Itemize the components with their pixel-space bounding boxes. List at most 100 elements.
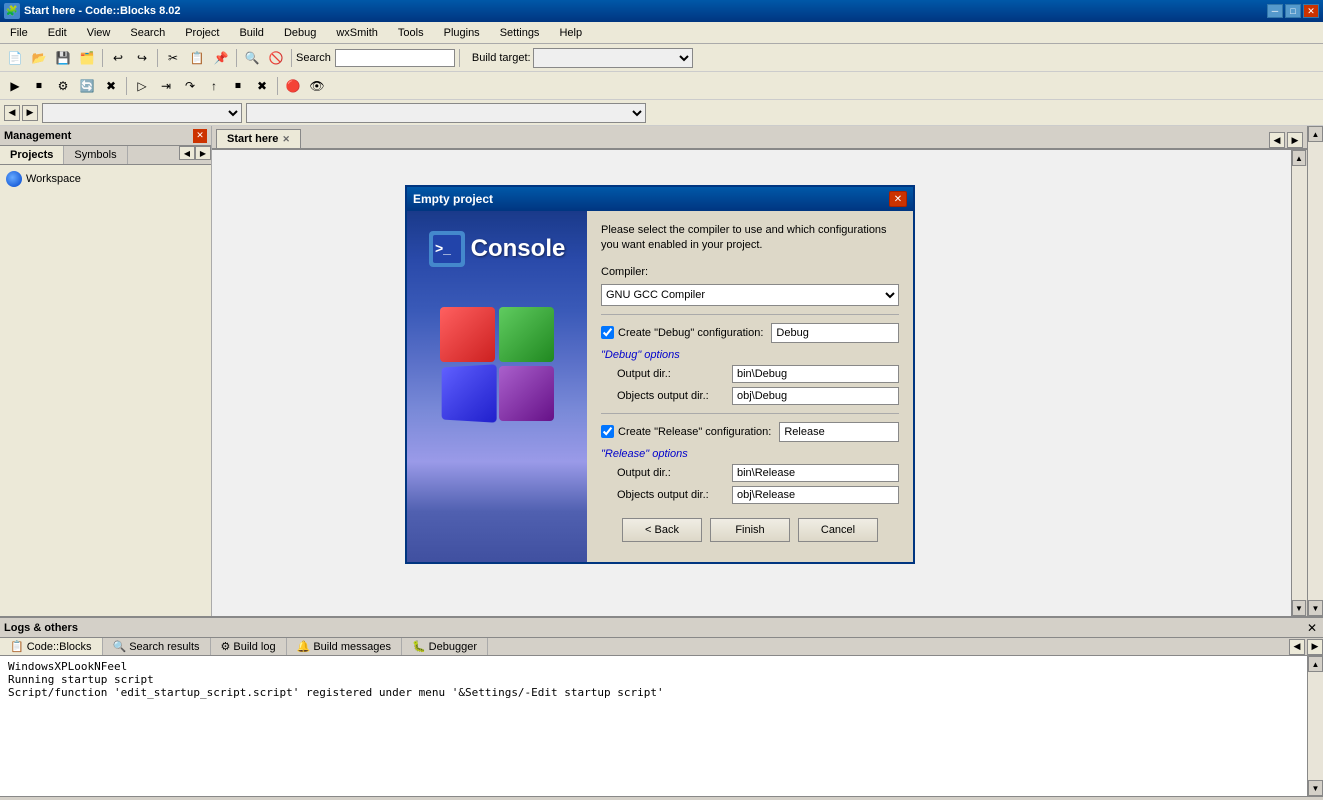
menu-plugins[interactable]: Plugins <box>438 25 486 41</box>
paste-button[interactable]: 📌 <box>210 47 232 69</box>
scroll-up-arrow[interactable]: ▲ <box>1292 150 1306 166</box>
sidebar-tab-symbols[interactable]: Symbols <box>64 146 127 164</box>
bottom-scroll-down[interactable]: ▼ <box>1308 780 1323 796</box>
debug-step-over-btn[interactable]: ↷ <box>179 75 201 97</box>
run-btn[interactable]: ▶ <box>4 75 26 97</box>
app-icon: 🧩 <box>4 3 20 19</box>
copy-button[interactable]: 📋 <box>186 47 208 69</box>
release-checkbox[interactable] <box>601 425 614 438</box>
menu-view[interactable]: View <box>81 25 117 41</box>
workspace-item[interactable]: Workspace <box>4 169 207 189</box>
nav-forward[interactable]: ▶ <box>22 105 38 121</box>
dialog-title: Empty project <box>413 192 493 206</box>
breakpoint-btn[interactable]: 🔴 <box>282 75 304 97</box>
nav-dropdown-1[interactable] <box>42 103 242 123</box>
debug-objects-dir-input[interactable] <box>732 387 899 405</box>
scroll-down-arrow[interactable]: ▼ <box>1292 600 1306 616</box>
menu-file[interactable]: File <box>4 25 34 41</box>
debug-abort-btn[interactable]: ✖ <box>251 75 273 97</box>
svg-text:>_: >_ <box>435 240 451 256</box>
redo-button[interactable]: ↪ <box>131 47 153 69</box>
maximize-button[interactable]: □ <box>1285 4 1301 18</box>
debug-stop-btn[interactable]: ⏹ <box>227 75 249 97</box>
menu-edit[interactable]: Edit <box>42 25 73 41</box>
cut-button[interactable]: ✂ <box>162 47 184 69</box>
undo-button[interactable]: ↩ <box>107 47 129 69</box>
menu-wxsmith[interactable]: wxSmith <box>330 25 384 41</box>
bottom-tab-build-log[interactable]: ⚙ Build log <box>211 638 287 655</box>
nav-dropdown-2[interactable] <box>246 103 646 123</box>
title-bar-left: 🧩 Start here - Code::Blocks 8.02 <box>4 3 181 19</box>
sidebar-nav-left[interactable]: ◀ <box>179 146 195 160</box>
back-button[interactable]: < Back <box>622 518 702 542</box>
tab-arrow-left[interactable]: ◀ <box>1269 132 1285 148</box>
finish-button[interactable]: Finish <box>710 518 790 542</box>
menu-project[interactable]: Project <box>179 25 225 41</box>
bottom-tab-arrow-left[interactable]: ◀ <box>1289 639 1305 655</box>
bottom-panel-close-button[interactable]: ✕ <box>1305 621 1319 635</box>
menu-tools[interactable]: Tools <box>392 25 430 41</box>
release-objects-dir-input[interactable] <box>732 486 899 504</box>
sidebar-tabs: Projects Symbols ◀ ▶ <box>0 146 211 165</box>
debug-step-btn[interactable]: ⇥ <box>155 75 177 97</box>
release-config-name-input[interactable] <box>779 422 899 442</box>
dialog-close-button[interactable]: ✕ <box>889 191 907 207</box>
open-button[interactable]: 📂 <box>28 47 50 69</box>
save-button[interactable]: 💾 <box>52 47 74 69</box>
rebuild-btn[interactable]: 🔄 <box>76 75 98 97</box>
debug-step-out-btn[interactable]: ↑ <box>203 75 225 97</box>
new-file-button[interactable]: 📄 <box>4 47 26 69</box>
find-button[interactable]: 🔍 <box>241 47 263 69</box>
release-options-label: "Release" options <box>601 448 899 460</box>
debug-run-btn[interactable]: ▷ <box>131 75 153 97</box>
nav-back[interactable]: ◀ <box>4 105 20 121</box>
sidebar-tab-projects[interactable]: Projects <box>0 146 64 164</box>
release-output-dir-input[interactable] <box>732 464 899 482</box>
tab-close-button[interactable]: ✕ <box>282 134 290 145</box>
bottom-tab-codeblocks[interactable]: 📋 Code::Blocks <box>0 638 103 655</box>
bottom-scroll-up[interactable]: ▲ <box>1308 656 1323 672</box>
close-button[interactable]: ✕ <box>1303 4 1319 18</box>
far-right-scrollbar[interactable]: ▲ ▼ <box>1307 126 1323 616</box>
cancel-button[interactable]: Cancel <box>798 518 878 542</box>
debug-config-label: Create "Debug" configuration: <box>618 327 763 339</box>
build-run-btn[interactable]: ⚙ <box>52 75 74 97</box>
bottom-right-scrollbar[interactable]: ▲ ▼ <box>1307 656 1323 796</box>
tab-arrow-right[interactable]: ▶ <box>1287 132 1303 148</box>
watch-btn[interactable]: 👁 <box>306 75 328 97</box>
bottom-tab-arrow-right[interactable]: ▶ <box>1307 639 1323 655</box>
build-target-select[interactable] <box>533 48 693 68</box>
stop-run-btn[interactable]: ⏹ <box>28 75 50 97</box>
minimize-button[interactable]: ─ <box>1267 4 1283 18</box>
search-box: Search <box>296 49 455 67</box>
bottom-tabs-left: 📋 Code::Blocks 🔍 Search results ⚙ Build … <box>0 638 488 655</box>
search-input[interactable] <box>335 49 455 67</box>
dialog-description: Please select the compiler to use and wh… <box>601 223 899 254</box>
bottom-tab-debugger[interactable]: 🐛 Debugger <box>402 638 488 655</box>
bottom-tab-build-messages[interactable]: 🔔 Build messages <box>287 638 402 655</box>
right-scrollbar[interactable]: ▲ ▼ <box>1291 150 1307 616</box>
menu-settings[interactable]: Settings <box>494 25 546 41</box>
menu-search[interactable]: Search <box>124 25 171 41</box>
menu-help[interactable]: Help <box>553 25 588 41</box>
menu-build[interactable]: Build <box>233 25 269 41</box>
menu-debug[interactable]: Debug <box>278 25 322 41</box>
debug-objects-dir-row: Objects output dir.: <box>601 387 899 405</box>
bottom-tab-search-results[interactable]: 🔍 Search results <box>103 638 211 655</box>
debug-checkbox[interactable] <box>601 326 614 339</box>
far-scroll-down[interactable]: ▼ <box>1308 600 1323 616</box>
sidebar-close-button[interactable]: ✕ <box>193 129 207 143</box>
debug-output-dir-input[interactable] <box>732 365 899 383</box>
sidebar: Management ✕ Projects Symbols ◀ ▶ Worksp… <box>0 126 212 616</box>
title-bar-controls: ─ □ ✕ <box>1267 4 1319 18</box>
compiler-select[interactable]: GNU GCC Compiler <box>601 284 899 306</box>
tab-start-here[interactable]: Start here ✕ <box>216 129 301 148</box>
save-all-button[interactable]: 🗂️ <box>76 47 98 69</box>
stop-button[interactable]: 🚫 <box>265 47 287 69</box>
tab-arrows: ◀ ▶ <box>1269 132 1303 148</box>
far-scroll-up[interactable]: ▲ <box>1308 126 1323 142</box>
release-output-dir-row: Output dir.: <box>601 464 899 482</box>
sidebar-nav-right[interactable]: ▶ <box>195 146 211 160</box>
debug-config-name-input[interactable] <box>771 323 899 343</box>
abort-btn[interactable]: ✖ <box>100 75 122 97</box>
